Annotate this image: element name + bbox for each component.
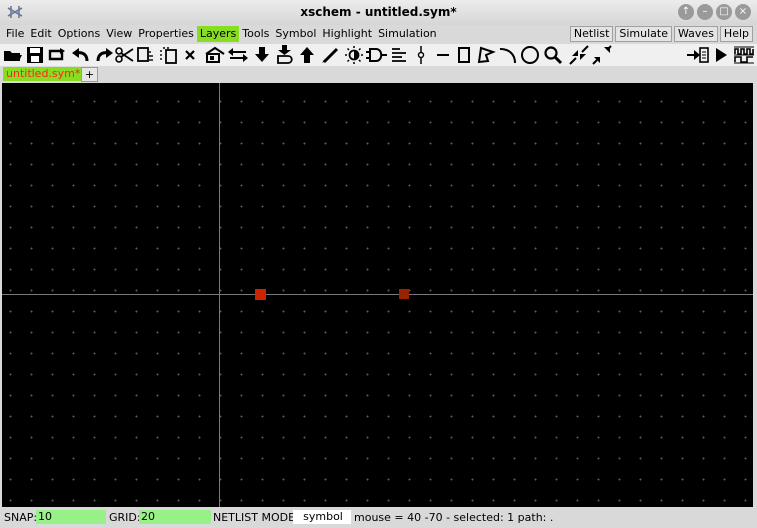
menu-tools[interactable]: Tools <box>239 26 272 42</box>
status-info: mouse = 40 -70 - selected: 1 path: . <box>354 511 554 524</box>
menu-properties[interactable]: Properties <box>135 26 197 42</box>
reload-icon[interactable] <box>47 44 67 66</box>
grid-label: GRID: <box>109 511 141 524</box>
menu-symbol[interactable]: Symbol <box>272 26 319 42</box>
zoom-icon[interactable] <box>542 44 564 66</box>
menu-highlight[interactable]: Highlight <box>319 26 375 42</box>
waves-icon[interactable] <box>733 44 755 66</box>
netlist-mode-label: NETLIST MODE: <box>213 511 299 524</box>
rectangle-icon[interactable] <box>454 44 474 66</box>
copy-icon[interactable] <box>136 44 156 66</box>
circle-icon[interactable] <box>519 44 541 66</box>
drawing-canvas[interactable] <box>2 83 753 507</box>
symbol-pin-selected[interactable] <box>255 289 266 300</box>
pin-icon[interactable] <box>411 44 431 66</box>
symbol-library-icon[interactable] <box>204 44 226 66</box>
menu-layers[interactable]: Layers <box>196 26 240 42</box>
minimize-window-button[interactable]: – <box>697 4 713 20</box>
arc-icon[interactable] <box>497 44 519 66</box>
wire-pen-icon[interactable] <box>320 44 342 66</box>
waves-button[interactable]: Waves <box>674 26 718 42</box>
delete-icon[interactable] <box>181 44 199 66</box>
line-icon[interactable] <box>433 44 453 66</box>
shade-window-button[interactable]: ↑ <box>678 4 694 20</box>
redo-icon[interactable] <box>93 44 115 66</box>
cut-icon[interactable] <box>115 44 135 66</box>
menu-file[interactable]: File <box>3 26 27 42</box>
grid-input[interactable]: 20 <box>139 510 211 524</box>
simulate-button[interactable]: Simulate <box>615 26 672 42</box>
descend-icon[interactable] <box>274 44 296 66</box>
snap-label: SNAP: <box>4 511 38 524</box>
open-folder-icon[interactable] <box>3 44 23 66</box>
toolbar <box>0 44 757 66</box>
menu-bar: File Edit Options View Properties Layers… <box>0 25 757 43</box>
menu-edit[interactable]: Edit <box>27 26 54 42</box>
help-button[interactable]: Help <box>719 26 753 42</box>
menu-options[interactable]: Options <box>55 26 103 42</box>
netlist-button[interactable]: Netlist <box>569 26 614 42</box>
window-controls: ↑ – □ × <box>678 4 751 20</box>
maximize-window-button[interactable]: □ <box>716 4 732 20</box>
push-down-icon[interactable] <box>252 44 272 66</box>
undo-icon[interactable] <box>70 44 92 66</box>
polygon-icon[interactable] <box>475 44 497 66</box>
title-bar: xschem - untitled.sym* ↑ – □ × <box>0 0 757 26</box>
save-icon[interactable] <box>25 44 45 66</box>
menu-simulation[interactable]: Simulation <box>375 26 440 42</box>
menu-view[interactable]: View <box>103 26 135 42</box>
zoom-in-icon[interactable] <box>568 44 590 66</box>
netlist-arrow-icon[interactable] <box>686 44 710 66</box>
y-axis-line <box>219 83 220 507</box>
paste-icon[interactable] <box>158 44 180 66</box>
add-tab-button[interactable]: + <box>81 67 98 82</box>
netlist-mode-value[interactable]: symbol <box>293 510 351 524</box>
status-bar: SNAP: 10 GRID: 20 NETLIST MODE: symbol m… <box>0 508 757 528</box>
x-axis-line <box>2 294 753 295</box>
lines-icon[interactable] <box>389 44 409 66</box>
symbol-pin[interactable] <box>399 289 409 299</box>
window-title: xschem - untitled.sym* <box>300 5 457 19</box>
push-up-icon[interactable] <box>297 44 317 66</box>
gate-icon[interactable] <box>366 44 388 66</box>
tab-bar: untitled.sym* + <box>0 66 757 83</box>
swap-icon[interactable] <box>227 44 249 66</box>
tab-untitled-sym[interactable]: untitled.sym* <box>3 67 84 81</box>
simulate-play-icon[interactable] <box>711 44 731 66</box>
zoom-out-icon[interactable] <box>591 44 613 66</box>
light-icon[interactable] <box>343 44 365 66</box>
close-window-button[interactable]: × <box>735 4 751 20</box>
snap-input[interactable]: 10 <box>36 510 106 524</box>
